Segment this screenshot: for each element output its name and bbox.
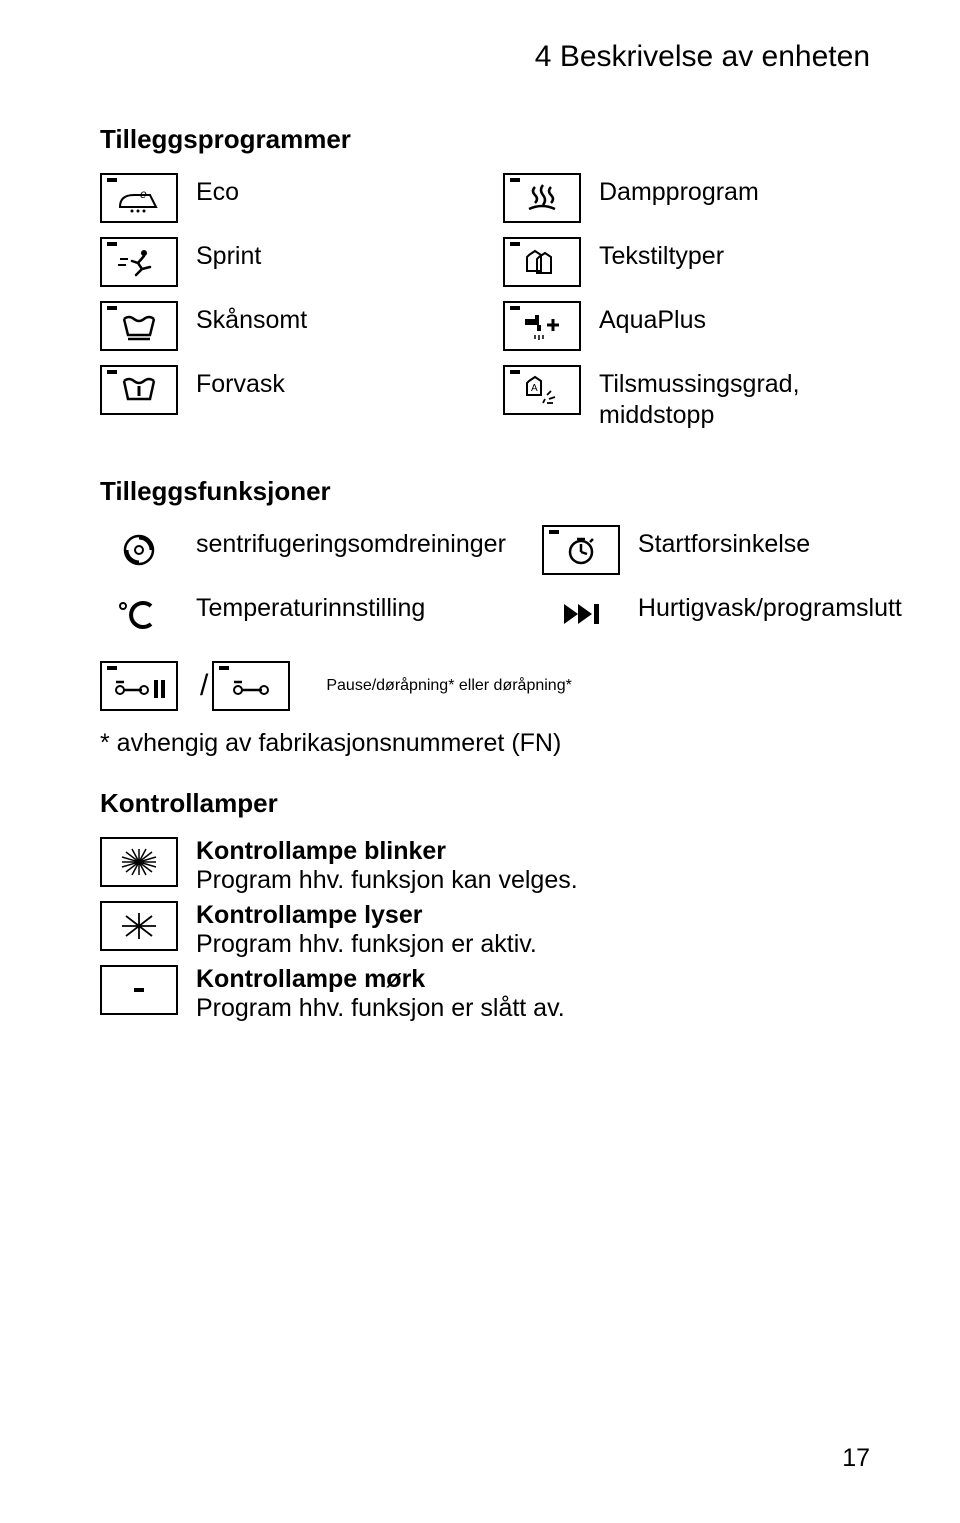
svg-text:e: e bbox=[140, 187, 147, 201]
lamp-label: Kontrollampe mørk bbox=[196, 965, 565, 994]
function-label: Hurtigvask/programslutt bbox=[638, 589, 902, 624]
program-textiles: Tekstiltyper bbox=[503, 237, 870, 287]
program-label: Skånsomt bbox=[196, 301, 307, 336]
function-delay: Startforsinkelse bbox=[542, 525, 902, 575]
lamp-on: Kontrollampe lyser Program hhv. funksjon… bbox=[100, 901, 870, 959]
program-aquaplus: AquaPlus bbox=[503, 301, 870, 351]
spin-icon bbox=[100, 525, 178, 575]
program-label: AquaPlus bbox=[599, 301, 706, 336]
sprint-icon bbox=[100, 237, 178, 287]
lamp-desc: Program hhv. funksjon er slått av. bbox=[196, 994, 565, 1023]
function-pause-door: / Pause/døråpning* eller døråpning* bbox=[100, 661, 870, 711]
soiling-icon: A bbox=[503, 365, 581, 415]
program-label: Sprint bbox=[196, 237, 261, 272]
function-temp: Temperaturinnstilling bbox=[100, 589, 506, 639]
skip-to-end-icon bbox=[542, 589, 620, 639]
chapter-title: 4 Beskrivelse av enheten bbox=[100, 40, 870, 74]
program-label: Forvask bbox=[196, 365, 285, 400]
delay-icon bbox=[542, 525, 620, 575]
program-label: Tekstiltyper bbox=[599, 237, 724, 272]
page-number: 17 bbox=[842, 1444, 870, 1473]
gentle-icon bbox=[100, 301, 178, 351]
lamp-desc: Program hhv. funksjon er aktiv. bbox=[196, 930, 537, 959]
function-label: Startforsinkelse bbox=[638, 525, 810, 560]
program-label: Tilsmussingsgrad, middstopp bbox=[599, 365, 870, 432]
section-additional-functions: Tilleggsfunksjoner bbox=[100, 476, 870, 507]
prewash-icon bbox=[100, 365, 178, 415]
function-label: Temperaturinnstilling bbox=[196, 589, 425, 624]
lamp-label: Kontrollampe lyser bbox=[196, 901, 537, 930]
function-spin: sentrifugeringsomdreininger bbox=[100, 525, 506, 575]
steam-icon bbox=[503, 173, 581, 223]
section-additional-programs: Tilleggsprogrammer bbox=[100, 124, 870, 155]
separator-slash: / bbox=[200, 669, 208, 703]
program-label: Dampprogram bbox=[599, 173, 759, 208]
footnote: * avhengig av fabrikasjonsnummeret (FN) bbox=[100, 729, 870, 758]
program-prewash: Forvask bbox=[100, 365, 467, 415]
program-eco: e Eco bbox=[100, 173, 467, 223]
pause-door-icon bbox=[100, 661, 178, 711]
function-label: sentrifugeringsomdreininger bbox=[196, 525, 506, 560]
svg-text:A: A bbox=[531, 383, 538, 394]
temp-icon bbox=[100, 589, 178, 639]
lamp-blink-icon bbox=[100, 837, 178, 887]
lamp-off: Kontrollampe mørk Program hhv. funksjon … bbox=[100, 965, 870, 1023]
function-quick: Hurtigvask/programslutt bbox=[542, 589, 902, 639]
lamp-off-icon bbox=[100, 965, 178, 1015]
section-indicator-lights: Kontrollamper bbox=[100, 788, 870, 819]
eco-icon: e bbox=[100, 173, 178, 223]
lamp-on-icon bbox=[100, 901, 178, 951]
program-soiling: A Tilsmussingsgrad, middstopp bbox=[503, 365, 870, 432]
lamp-blink: Kontrollampe blinker Program hhv. funksj… bbox=[100, 837, 870, 895]
door-open-icon bbox=[212, 661, 290, 711]
program-steam: Dampprogram bbox=[503, 173, 870, 223]
function-label: Pause/døråpning* eller døråpning* bbox=[326, 677, 571, 695]
lamp-label: Kontrollampe blinker bbox=[196, 837, 578, 866]
lamp-desc: Program hhv. funksjon kan velges. bbox=[196, 866, 578, 895]
program-sprint: Sprint bbox=[100, 237, 467, 287]
program-label: Eco bbox=[196, 173, 239, 208]
aquaplus-icon bbox=[503, 301, 581, 351]
program-gentle: Skånsomt bbox=[100, 301, 467, 351]
textiles-icon bbox=[503, 237, 581, 287]
